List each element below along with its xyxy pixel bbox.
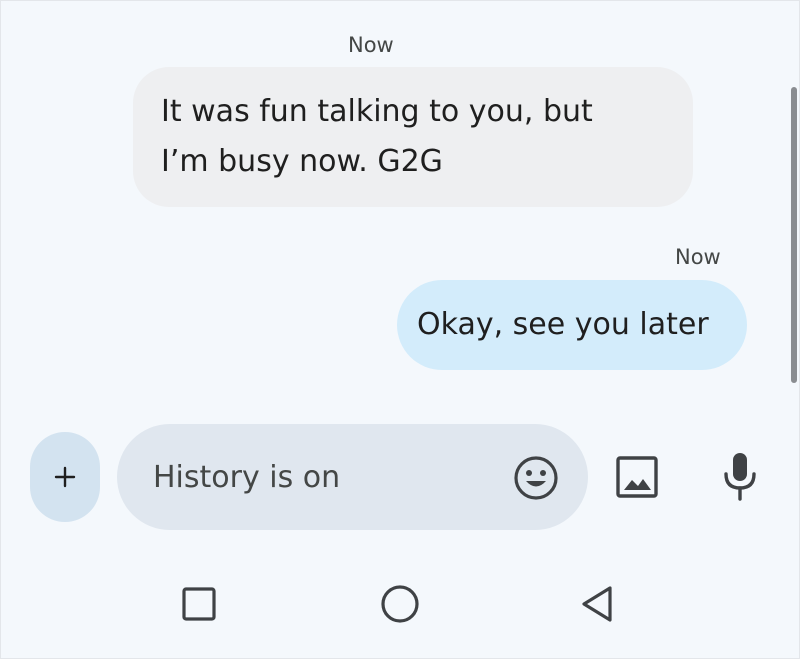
gallery-button[interactable] <box>614 454 660 500</box>
message-input[interactable] <box>153 454 483 500</box>
plus-icon <box>54 466 76 488</box>
message-text-line: It was fun talking to you, but <box>161 94 593 129</box>
recents-square-icon <box>182 587 216 621</box>
message-timestamp: Now <box>675 245 721 269</box>
outgoing-message-bubble[interactable]: Okay, see you later <box>397 280 747 370</box>
back-triangle-icon <box>582 586 612 622</box>
voice-message-button[interactable] <box>720 450 760 502</box>
incoming-message-bubble[interactable]: It was fun talking to you, but I’m busy … <box>133 67 693 207</box>
add-attachment-button[interactable] <box>30 432 100 522</box>
message-timestamp: Now <box>348 33 394 57</box>
emoji-icon <box>514 456 558 500</box>
image-gallery-icon <box>616 456 658 498</box>
home-button[interactable] <box>378 582 422 626</box>
conversation-scrollbar[interactable] <box>791 87 797 383</box>
recents-button[interactable] <box>177 582 221 626</box>
back-button[interactable] <box>576 582 620 626</box>
message-compose-field[interactable] <box>117 424 588 530</box>
emoji-button[interactable] <box>513 455 559 501</box>
message-text-line: I’m busy now. G2G <box>161 144 443 179</box>
home-circle-icon <box>381 585 419 623</box>
message-text-line: Okay, see you later <box>417 307 709 342</box>
microphone-icon <box>724 453 756 501</box>
